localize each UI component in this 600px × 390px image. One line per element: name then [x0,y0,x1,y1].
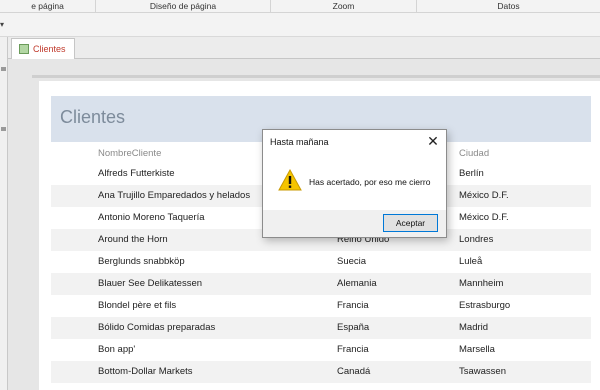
cell-city: Estrasburgo [459,300,511,311]
cell-name: Berglunds snabbköp [98,256,185,267]
cell-name: Blauer See Delikatessen [98,278,203,289]
dialog-title: Hasta mañana [270,137,329,147]
cell-name: Alfreds Futterkiste [98,168,175,179]
report-title: Clientes [60,107,126,127]
cell-country: Alemania [337,278,377,289]
cell-city: México D.F. [459,190,509,201]
dialog-body: Has acertado, por eso me cierro [263,154,446,210]
table-row: Blauer See Delikatessen Alemania Mannhei… [51,273,591,295]
dialog-titlebar[interactable]: Hasta mañana ✕ [263,130,446,154]
table-row: Bon app' Francia Marsella [51,339,591,361]
table-row: Bólido Comidas preparadas España Madrid [51,317,591,339]
ribbon-group-label: Zoom [332,1,355,11]
ribbon-group-zoom: Zoom [271,0,417,13]
cell-city: México D.F. [459,212,509,223]
ribbon-group-pagina: e página [0,0,96,13]
ribbon-group-diseno-de-pagina: Diseño de página [96,0,271,13]
ribbon-group-label-bar: e página Diseño de página Zoom Datos [0,0,600,13]
cell-city: Madrid [459,322,489,333]
cell-name: Bólido Comidas preparadas [98,322,216,333]
message-dialog: Hasta mañana ✕ Has acertado, por eso me … [262,129,447,238]
cell-name: Antonio Moreno Taquería [98,212,205,223]
table-row: Bottom-Dollar Markets Canadá Tsawassen [51,361,591,383]
cell-name: Bon app' [98,344,136,355]
cell-country: Francia [337,300,369,311]
cell-city: Marsella [459,344,495,355]
ok-button[interactable]: Aceptar [383,214,438,232]
report-icon [19,44,29,54]
ribbon-group-label: Diseño de página [149,1,217,11]
column-header-city: Ciudad [459,148,490,159]
tab-label: Clientes [33,44,66,54]
cell-city: Londres [459,234,494,245]
cell-city: Berlín [459,168,484,179]
nav-marker-icon [1,67,6,71]
warning-icon [278,169,302,191]
cell-city: Mannheim [459,278,504,289]
cell-country: España [337,322,370,333]
cell-country: Francia [337,344,369,355]
nav-marker-icon [1,127,6,131]
ribbon-group-label: e página [31,1,64,11]
table-row: Berglunds snabbköp Suecia Luleå [51,251,591,273]
document-tab-bar: Clientes [8,37,600,59]
cell-country: Suecia [337,256,367,267]
navigation-pane-edge[interactable] [0,37,8,390]
table-row: Blondel père et fils Francia Estrasburgo [51,295,591,317]
ribbon-group-label: Datos [497,1,520,11]
cell-name: Ana Trujillo Emparedados y helados [98,190,251,201]
quick-access-toolbar: ▾ [0,13,600,37]
page-shadow [32,75,600,78]
close-icon[interactable]: ✕ [424,132,442,150]
chevron-down-icon[interactable]: ▾ [0,20,9,29]
cell-country: Canadá [337,366,371,377]
cell-city: Luleå [459,256,483,267]
dialog-message: Has acertado, por eso me cierro [309,177,431,187]
column-header-name: NombreCliente [98,148,162,159]
cell-city: Tsawassen [459,366,506,377]
cell-name: Bottom-Dollar Markets [98,366,193,377]
cell-name: Around the Horn [98,234,168,245]
ribbon-group-datos: Datos [417,0,600,13]
cell-name: Blondel père et fils [98,300,177,311]
dialog-footer: Aceptar [263,210,446,237]
tab-clientes[interactable]: Clientes [11,38,75,59]
